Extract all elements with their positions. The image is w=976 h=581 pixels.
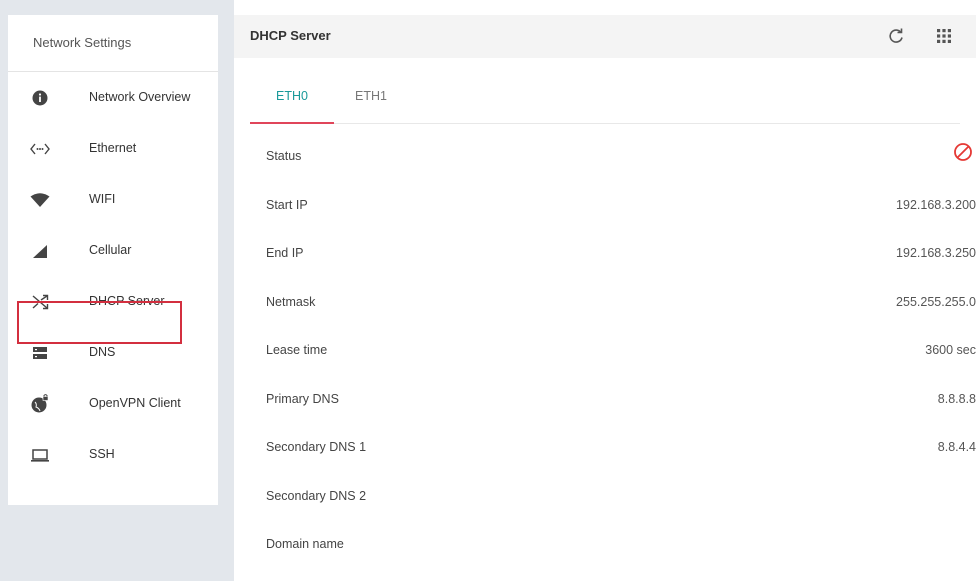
sidebar-item-label: Ethernet: [89, 140, 137, 155]
detail-key: Start IP: [266, 197, 308, 212]
header-bar: DHCP Server: [234, 15, 976, 58]
sidebar-item-label: Cellular: [89, 242, 132, 257]
sidebar-item-network-overview[interactable]: Network Overview: [8, 72, 218, 123]
sidebar-item-openvpn-client[interactable]: OpenVPN Client: [8, 378, 218, 429]
detail-key: Secondary DNS 1: [266, 440, 367, 454]
sidebar-item-label: DNS: [89, 344, 116, 359]
sidebar-item-ssh[interactable]: SSH: [8, 429, 218, 480]
laptop-icon: [30, 445, 50, 465]
sidebar-item-wifi[interactable]: WIFI: [8, 174, 218, 225]
detail-value: 8.8.4.4: [937, 440, 976, 454]
tab-eth1[interactable]: ETH1: [348, 76, 394, 122]
detail-value: 192.168.3.200: [896, 197, 976, 212]
detail-row-end-ip: End IP 192.168.3.250: [250, 228, 976, 277]
wifi-icon: [30, 190, 50, 210]
detail-key: Status: [266, 149, 302, 163]
detail-row-netmask: Netmask 255.255.255.0: [250, 277, 976, 326]
detail-key: End IP: [266, 246, 304, 260]
sidebar: Network Settings Network Overview Ethern…: [0, 0, 234, 581]
sidebar-item-label: WIFI: [89, 191, 116, 206]
refresh-icon[interactable]: [886, 26, 906, 46]
sidebar-title: Network Settings: [8, 15, 218, 72]
detail-row-secondary-dns-1: Secondary DNS 1 8.8.4.4: [250, 422, 976, 471]
sidebar-panel: Network Settings Network Overview Ethern…: [8, 15, 218, 505]
interface-tabs: ETH0 ETH1: [250, 76, 960, 124]
sidebar-menu: Network Overview Ethernet WIFI Cellular: [8, 72, 218, 480]
apps-grid-icon[interactable]: [935, 27, 953, 45]
sidebar-item-label: Network Overview: [89, 89, 191, 104]
disabled-icon: [952, 141, 974, 163]
detail-row-status: Status: [250, 131, 972, 180]
detail-value: 8.8.8.8: [937, 391, 976, 406]
page-title: DHCP Server: [250, 28, 331, 43]
detail-key: Primary DNS: [266, 391, 339, 406]
detail-key: Netmask: [266, 294, 316, 309]
detail-row-domain-name: Domain name: [250, 519, 960, 568]
detail-row-primary-dns: Primary DNS 8.8.8.8: [250, 374, 976, 423]
detail-key: Secondary DNS 2: [266, 488, 367, 503]
detail-row-secondary-dns-2: Secondary DNS 2: [250, 471, 960, 520]
sidebar-item-label: DHCP Server: [89, 293, 165, 308]
sidebar-item-label: SSH: [89, 446, 115, 461]
server-icon: [30, 343, 50, 363]
detail-key: Domain name: [266, 537, 344, 551]
ethernet-icon: [30, 139, 50, 159]
detail-key: Lease time: [266, 343, 328, 357]
detail-value: 3600 sec: [925, 343, 976, 357]
info-icon: [30, 88, 50, 108]
detail-value: 255.255.255.0: [896, 294, 976, 309]
main-content: DHCP Server ETH0 ETH1 Status Start IP 19…: [234, 0, 976, 581]
shuffle-icon: [30, 292, 50, 312]
sidebar-item-ethernet[interactable]: Ethernet: [8, 123, 218, 174]
sidebar-item-dns[interactable]: DNS: [8, 327, 218, 378]
detail-row-start-ip: Start IP 192.168.3.200: [250, 180, 976, 229]
sidebar-item-dhcp-server[interactable]: DHCP Server: [8, 276, 218, 327]
globe-lock-icon: [30, 393, 50, 414]
detail-value: 192.168.3.250: [896, 246, 976, 260]
tab-eth0[interactable]: ETH0: [250, 76, 334, 124]
sidebar-item-label: OpenVPN Client: [89, 395, 181, 410]
dhcp-details: Status Start IP 192.168.3.200 End IP 192…: [250, 131, 976, 568]
cellular-signal-icon: [30, 241, 50, 261]
detail-row-lease-time: Lease time 3600 sec: [250, 325, 976, 374]
sidebar-item-cellular[interactable]: Cellular: [8, 225, 218, 276]
